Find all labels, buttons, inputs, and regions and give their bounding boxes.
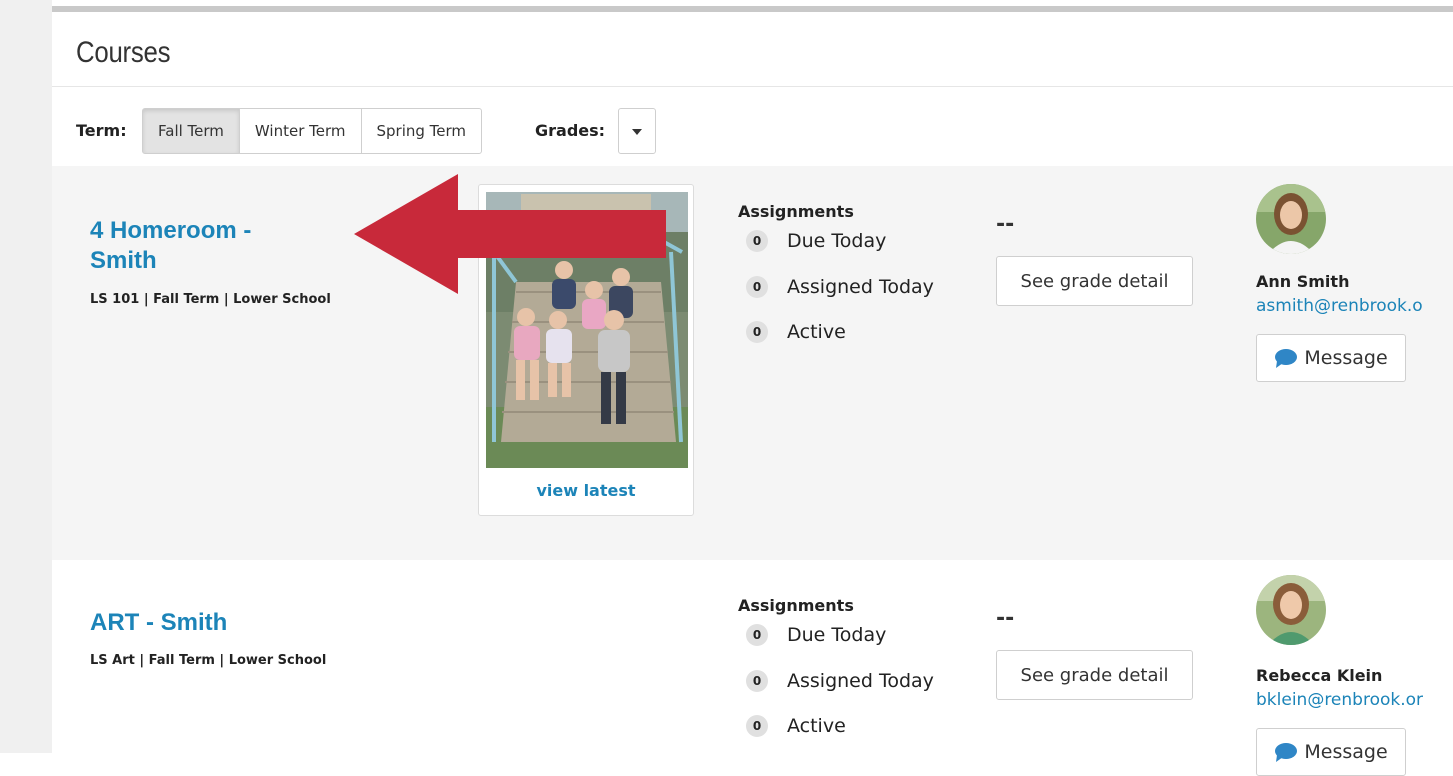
- assignment-active[interactable]: 0 Active: [746, 321, 846, 343]
- see-grade-detail-button[interactable]: See grade detail: [996, 650, 1193, 700]
- course-title-link[interactable]: ART - Smith: [90, 608, 227, 638]
- term-winter-button[interactable]: Winter Term: [238, 108, 362, 154]
- see-grade-detail-button[interactable]: See grade detail: [996, 256, 1193, 306]
- count-badge: 0: [746, 230, 768, 252]
- message-label: Message: [1304, 741, 1388, 763]
- teacher-photo: [1256, 184, 1326, 254]
- term-spring-button[interactable]: Spring Term: [360, 108, 483, 154]
- assignment-label: Active: [787, 715, 846, 737]
- grade-value: --: [996, 212, 1015, 237]
- chat-bubble-icon: [1275, 743, 1298, 762]
- assignment-assigned-today[interactable]: 0 Assigned Today: [746, 276, 934, 298]
- title-divider: [52, 86, 1453, 87]
- term-label: Term:: [76, 121, 127, 140]
- assignment-assigned-today[interactable]: 0 Assigned Today: [746, 670, 934, 692]
- chat-bubble-icon: [1275, 349, 1298, 368]
- assignment-active[interactable]: 0 Active: [746, 715, 846, 737]
- course-title-line-1[interactable]: 4 Homeroom -: [90, 217, 251, 244]
- course-title-link[interactable]: 4 Homeroom - Smith: [90, 216, 251, 276]
- count-badge: 0: [746, 321, 768, 343]
- avatar[interactable]: [1256, 184, 1326, 254]
- teacher-email-link[interactable]: bklein@renbrook.or: [1256, 690, 1423, 710]
- grade-value: --: [996, 606, 1015, 631]
- count-badge: 0: [746, 715, 768, 737]
- message-label: Message: [1304, 347, 1388, 369]
- count-badge: 0: [746, 276, 768, 298]
- top-divider: [52, 6, 1453, 12]
- course-meta: LS 101 | Fall Term | Lower School: [90, 292, 331, 307]
- teacher-name: Ann Smith: [1256, 272, 1350, 291]
- assignment-label: Active: [787, 321, 846, 343]
- avatar[interactable]: [1256, 575, 1326, 645]
- grades-dropdown[interactable]: [618, 108, 656, 154]
- message-button[interactable]: Message: [1256, 334, 1406, 382]
- message-button[interactable]: Message: [1256, 728, 1406, 776]
- count-badge: 0: [746, 670, 768, 692]
- assignment-due-today[interactable]: 0 Due Today: [746, 624, 886, 646]
- teacher-name: Rebecca Klein: [1256, 666, 1383, 685]
- course-title-line-2[interactable]: Smith: [90, 247, 157, 274]
- left-rail: [0, 0, 52, 753]
- page-title: Courses: [76, 36, 171, 69]
- term-selector: Fall Term Winter Term Spring Term: [142, 108, 483, 154]
- caret-down-icon: [632, 129, 642, 135]
- assignments-heading: Assignments: [738, 596, 854, 615]
- assignment-label: Due Today: [787, 624, 887, 646]
- assignment-due-today[interactable]: 0 Due Today: [746, 230, 886, 252]
- course-row: 4 Homeroom - Smith LS 101 | Fall Term | …: [52, 166, 1453, 560]
- term-fall-button[interactable]: Fall Term: [142, 108, 240, 154]
- course-row: ART - Smith LS Art | Fall Term | Lower S…: [52, 560, 1453, 776]
- view-latest-link[interactable]: view latest: [479, 481, 693, 500]
- course-meta: LS Art | Fall Term | Lower School: [90, 653, 327, 668]
- assignments-heading: Assignments: [738, 202, 854, 221]
- assignment-label: Assigned Today: [787, 670, 934, 692]
- teacher-email-link[interactable]: asmith@renbrook.o: [1256, 296, 1423, 316]
- grades-label: Grades:: [535, 121, 606, 140]
- arrow-left-icon: [354, 174, 666, 294]
- assignment-label: Assigned Today: [787, 276, 934, 298]
- assignment-label: Due Today: [787, 230, 887, 252]
- teacher-photo: [1256, 575, 1326, 645]
- count-badge: 0: [746, 624, 768, 646]
